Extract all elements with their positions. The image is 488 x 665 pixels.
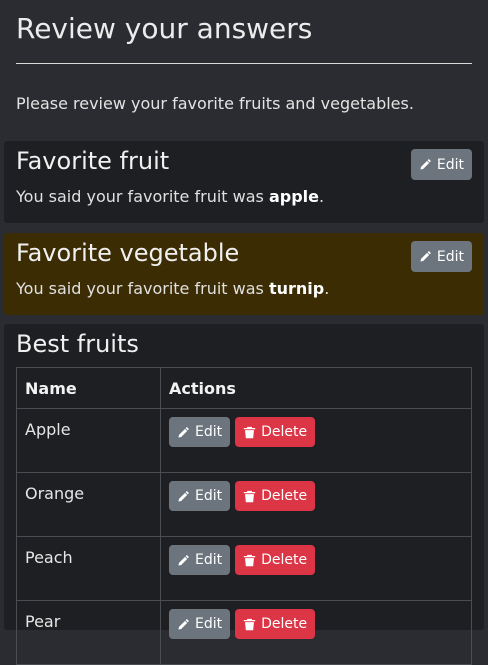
trash-icon: [243, 490, 256, 502]
edit-label: Edit: [436, 156, 464, 173]
edit-label: Edit: [195, 424, 223, 440]
edit-label: Edit: [195, 552, 223, 568]
delete-row-button[interactable]: Delete: [235, 545, 316, 575]
best-fruits-table: Name Actions Apple Edit Delete Orange Ed…: [16, 367, 472, 665]
best-fruits-title: Best fruits: [16, 330, 139, 358]
pencil-icon: [178, 426, 189, 438]
favorite-vegetable-text: You said your favorite fruit was turnip.: [16, 279, 329, 298]
pencil-icon: [420, 159, 431, 170]
favorite-fruit-text-prefix: You said your favorite fruit was: [16, 187, 269, 206]
pencil-icon: [178, 618, 189, 630]
favorite-fruit-title: Favorite fruit: [16, 147, 170, 175]
delete-row-button[interactable]: Delete: [235, 417, 316, 447]
fruit-name: Peach: [16, 536, 161, 601]
table-header-row: Name Actions: [16, 367, 472, 409]
best-fruits-card: Best fruits Name Actions Apple Edit Dele…: [4, 324, 484, 665]
delete-row-button[interactable]: Delete: [235, 481, 316, 511]
edit-favorite-vegetable-button[interactable]: Edit: [410, 241, 472, 272]
fruit-name: Apple: [16, 408, 161, 473]
row-actions: Edit Delete: [160, 536, 472, 601]
favorite-vegetable-title: Favorite vegetable: [16, 239, 240, 267]
fruit-name: Pear: [16, 600, 161, 665]
favorite-fruit-value: apple: [268, 187, 319, 206]
table-row: Peach Edit Delete: [16, 536, 472, 601]
edit-row-button[interactable]: Edit: [169, 417, 231, 447]
review-page: Review your answers Please review your f…: [0, 0, 488, 665]
favorite-fruit-text-suffix: .: [319, 187, 325, 206]
delete-label: Delete: [261, 552, 308, 568]
column-header-actions: Actions: [160, 367, 472, 409]
favorite-vegetable-value: turnip: [268, 279, 325, 298]
edit-favorite-fruit-button[interactable]: Edit: [410, 149, 472, 180]
table-row: Orange Edit Delete: [16, 472, 472, 537]
trash-icon: [243, 426, 256, 438]
favorite-vegetable-text-prefix: You said your favorite fruit was: [16, 279, 269, 298]
pencil-icon: [178, 554, 189, 566]
row-actions: Edit Delete: [160, 600, 472, 665]
favorite-fruit-text: You said your favorite fruit was apple.: [16, 187, 324, 206]
table-row: Apple Edit Delete: [16, 408, 472, 473]
trash-icon: [243, 618, 256, 630]
delete-row-button[interactable]: Delete: [235, 609, 316, 639]
row-actions: Edit Delete: [160, 472, 472, 537]
fruit-name: Orange: [16, 472, 161, 537]
pencil-icon: [420, 251, 431, 262]
edit-row-button[interactable]: Edit: [169, 481, 231, 511]
delete-label: Delete: [261, 424, 308, 440]
table-row: Pear Edit Delete: [16, 600, 472, 665]
intro-text: Please review your favorite fruits and v…: [16, 94, 414, 113]
favorite-vegetable-card: Favorite vegetable Edit You said your fa…: [4, 233, 484, 315]
trash-icon: [243, 554, 256, 566]
column-header-name: Name: [16, 367, 161, 409]
title-divider: [16, 63, 472, 64]
delete-label: Delete: [261, 488, 308, 504]
edit-label: Edit: [436, 248, 464, 265]
favorite-fruit-card: Favorite fruit Edit You said your favori…: [4, 141, 484, 223]
edit-label: Edit: [195, 488, 223, 504]
pencil-icon: [178, 490, 189, 502]
row-actions: Edit Delete: [160, 408, 472, 473]
edit-row-button[interactable]: Edit: [169, 545, 231, 575]
edit-row-button[interactable]: Edit: [169, 609, 231, 639]
favorite-vegetable-text-suffix: .: [324, 279, 330, 298]
page-title: Review your answers: [16, 12, 313, 45]
